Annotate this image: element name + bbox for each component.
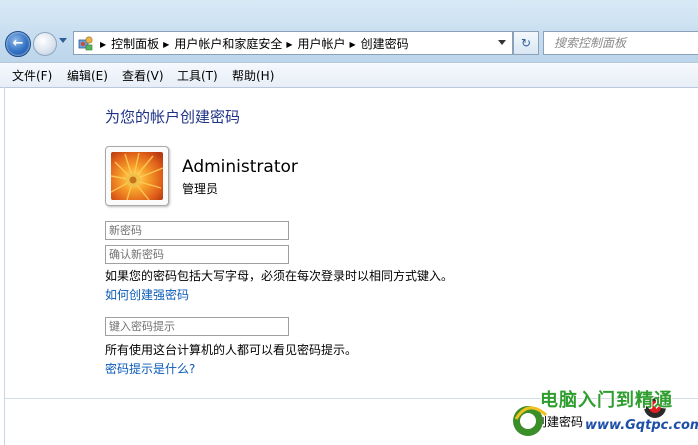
back-button[interactable]: ← [5,31,31,57]
search-input[interactable]: 搜索控制面板 [543,31,698,55]
menu-edit[interactable]: 编辑(E) [67,67,108,84]
caps-lock-note: 如果您的密码包括大写字母，必须在每次登录时以相同方式键入。 [105,269,454,283]
chevron-right-icon[interactable]: ▶ [350,40,356,49]
breadcrumb-user-accounts[interactable]: 用户帐户 [298,35,346,52]
watermark-title: 电脑入门到精通 [540,390,673,411]
chevron-right-icon[interactable]: ▶ [286,40,292,49]
password-hint-field[interactable] [105,317,289,336]
menu-view[interactable]: 查看(V) [122,67,164,84]
strong-password-link[interactable]: 如何创建强密码 [105,286,189,303]
new-password-field[interactable] [105,221,289,240]
user-role: 管理员 [182,182,219,196]
refresh-button[interactable]: ↻ [513,31,539,55]
menu-file[interactable]: 文件(F) [12,67,52,84]
page-title: 为您的帐户创建密码 [105,108,241,126]
chevron-right-icon[interactable]: ▶ [163,40,169,49]
menu-bar: 文件(F) 编辑(E) 查看(V) 工具(T) 帮助(H) [0,62,698,88]
chevron-right-icon[interactable]: ▶ [100,40,106,49]
password-hint-help-link[interactable]: 密码提示是什么? [105,360,195,377]
hint-visibility-note: 所有使用这台计算机的人都可以看见密码提示。 [105,343,358,357]
back-arrow-icon: ← [12,36,24,51]
breadcrumb-user-accounts-family[interactable]: 用户帐户和家庭安全 [174,35,282,52]
breadcrumb-control-panel[interactable]: 控制面板 [111,35,159,52]
address-box[interactable]: ▶ 控制面板 ▶ 用户帐户和家庭安全 ▶ 用户帐户 ▶ 创建密码 [73,31,513,55]
chevron-down-icon[interactable] [498,40,506,45]
pane-border [4,87,5,445]
forward-button[interactable] [33,32,57,56]
address-toolbar: ← ▶ 控制面板 ▶ 用户帐户和家庭安全 ▶ 用户帐户 ▶ 创建密码 ↻ 搜索控制面板 [0,0,698,62]
menu-help[interactable]: 帮助(H) [232,67,274,84]
breadcrumb: ▶ 控制面板 ▶ 用户帐户和家庭安全 ▶ 用户帐户 ▶ 创建密码 [96,35,409,51]
recent-pages-dropdown[interactable] [59,38,67,43]
user-avatar-icon [111,152,163,200]
confirm-password-field[interactable] [105,245,289,264]
breadcrumb-create-password[interactable]: 创建密码 [361,35,409,52]
refresh-icon: ↻ [520,36,532,50]
control-panel-icon [78,36,93,51]
user-name: Administrator [182,157,298,177]
avatar [105,146,169,206]
menu-tools[interactable]: 工具(T) [177,67,218,84]
watermark-url: www.Gqtpc.com [585,418,698,433]
